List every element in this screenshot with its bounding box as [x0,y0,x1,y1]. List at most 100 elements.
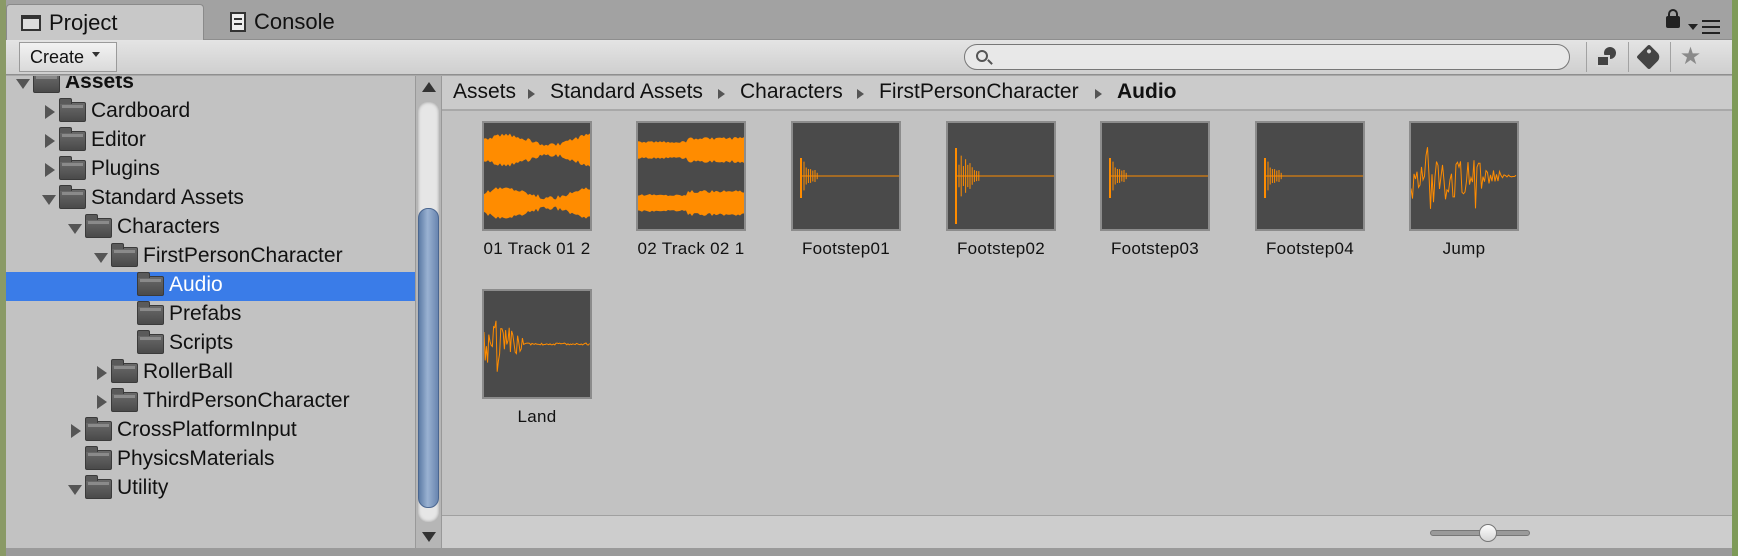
search-input[interactable] [964,44,1570,70]
folder-tree: Assets Cardboard Editor Plugins Standard Ass… [6,76,415,548]
star-icon: ★ [1679,43,1702,70]
breadcrumb-separator-icon [857,89,864,99]
tree-item[interactable]: Prefabs [6,301,415,330]
asset-name: 02 Track 02 1 [637,239,745,258]
asset-item[interactable]: Footstep04 [1231,121,1381,271]
audio-waveform-icon [1409,121,1519,231]
tree-item-label: Scripts [169,331,234,354]
disclosure-expanded-icon[interactable] [42,195,56,205]
search-icon [976,50,988,62]
tree-item[interactable]: Scripts [6,330,415,359]
filter-by-type-button[interactable] [1586,42,1626,72]
folder-icon [85,417,112,441]
tree-item-label: Cardboard [91,99,191,122]
asset-grid: 01 Track 01 2 02 Track 02 1 Footstep01 Foot… [442,111,1732,515]
breadcrumb-item[interactable]: FirstPersonCharacter [879,80,1079,104]
folder-icon [59,185,86,209]
asset-footer [442,515,1732,548]
save-search-button[interactable]: ★ [1670,42,1710,72]
folder-icon [85,475,112,499]
tree-item[interactable]: Audio [6,272,415,301]
disclosure-expanded-icon[interactable] [68,485,82,495]
disclosure-expanded-icon[interactable] [16,79,30,89]
folder-icon [59,156,86,180]
asset-item[interactable]: Jump [1385,121,1535,271]
asset-item[interactable]: 02 Track 02 1 [612,121,762,271]
tree-item[interactable]: Cardboard [6,98,415,127]
breadcrumb-item[interactable]: Audio [1117,80,1176,104]
tree-item[interactable]: PhysicsMaterials [6,446,415,475]
tree-item[interactable]: Plugins [6,156,415,185]
disclosure-collapsed-icon[interactable] [97,366,107,380]
disclosure-expanded-icon[interactable] [94,253,108,263]
tree-item-label: ThirdPersonCharacter [143,389,350,412]
tag-icon [1635,44,1662,70]
tree-item[interactable]: Assets [6,76,415,98]
panel-menu-icon[interactable] [1688,20,1722,34]
tree-item-label: Editor [91,128,146,151]
folder-icon [85,446,112,470]
asset-item[interactable]: 01 Track 01 2 [458,121,608,271]
breadcrumb-item[interactable]: Standard Assets [550,80,703,104]
folder-icon [59,98,86,122]
disclosure-collapsed-icon[interactable] [45,163,55,177]
asset-item[interactable]: Footstep03 [1076,121,1226,271]
tree-item[interactable]: RollerBall [6,359,415,388]
disclosure-collapsed-icon[interactable] [45,105,55,119]
tree-item[interactable]: Utility [6,475,415,504]
asset-item[interactable]: Footstep02 [922,121,1072,271]
tree-item[interactable]: CrossPlatformInput [6,417,415,446]
asset-name: Footstep02 [956,239,1046,258]
audio-waveform-icon [482,121,592,231]
asset-name: Footstep03 [1110,239,1200,258]
tree-item[interactable]: Characters [6,214,415,243]
asset-item[interactable]: Footstep01 [767,121,917,271]
tree-item[interactable]: Editor [6,127,415,156]
tree-item-label: Audio [169,273,223,296]
audio-waveform-icon [946,121,1056,231]
audio-waveform-icon [1100,121,1210,231]
asset-item[interactable]: Land [458,289,608,439]
asset-name: Footstep01 [801,239,891,258]
scroll-up-arrow-icon[interactable] [416,76,441,100]
window-edge-right [1732,0,1738,556]
disclosure-collapsed-icon[interactable] [45,134,55,148]
asset-name: Land [517,407,557,426]
tree-item-label: Standard Assets [91,186,244,209]
breadcrumb-item[interactable]: Characters [740,80,843,104]
tree-item[interactable]: FirstPersonCharacter [6,243,415,272]
tree-item[interactable]: Standard Assets [6,185,415,214]
tree-scrollbar[interactable] [415,76,442,548]
tab-project[interactable]: Project [6,4,204,40]
create-button[interactable]: Create [19,42,117,72]
slider-knob[interactable] [1479,524,1497,542]
toolbar: Create ★ [6,40,1732,75]
folder-icon [137,330,164,354]
asset-name: 01 Track 01 2 [483,239,591,258]
tab-bar: Project Console [6,0,1732,40]
window-footer [6,548,1732,556]
disclosure-expanded-icon[interactable] [68,224,82,234]
disclosure-collapsed-icon[interactable] [97,395,107,409]
folder-icon [137,301,164,325]
scroll-down-arrow-icon[interactable] [416,524,441,548]
folder-icon [33,76,60,93]
audio-waveform-icon [1255,121,1365,231]
breadcrumb-separator-icon [528,89,535,99]
audio-waveform-icon [636,121,746,231]
folder-icon [137,272,164,296]
tree-item-label: RollerBall [143,360,233,383]
tab-console[interactable]: Console [216,4,386,40]
thumbnail-size-slider[interactable] [1430,524,1530,542]
asset-name: Footstep04 [1265,239,1355,258]
tree-item[interactable]: ThirdPersonCharacter [6,388,415,417]
tab-console-label: Console [254,9,335,34]
filter-by-label-button[interactable] [1628,42,1668,72]
scroll-thumb[interactable] [418,208,439,508]
folder-icon [111,243,138,267]
folder-icon [21,14,41,31]
tree-item-label: Assets [65,76,134,93]
lock-icon[interactable] [1666,9,1680,28]
disclosure-collapsed-icon[interactable] [71,424,81,438]
breadcrumb-item[interactable]: Assets [453,80,516,104]
